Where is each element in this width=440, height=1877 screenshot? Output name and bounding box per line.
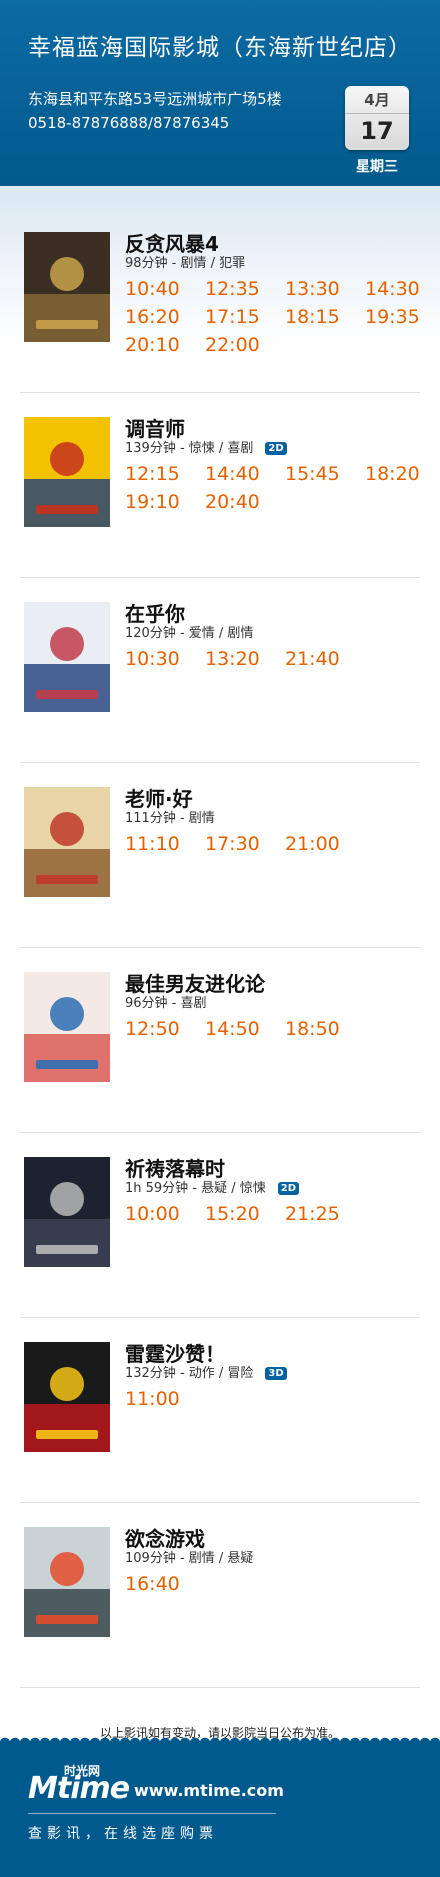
movie-meta: 132分钟 - 动作 / 冒险 3D	[125, 1362, 287, 1381]
date-day: 17	[360, 117, 394, 145]
movie-meta: 109分钟 - 剧情 / 悬疑	[125, 1547, 253, 1566]
showtime[interactable]: 13:30	[285, 278, 340, 300]
movie-divider	[20, 947, 420, 948]
movie-meta-text: 132分钟 - 动作 / 冒险	[125, 1366, 254, 1381]
movie-meta-text: 96分钟 - 喜剧	[125, 996, 207, 1011]
showtime[interactable]: 21:00	[285, 833, 340, 855]
showtime[interactable]: 14:30	[365, 278, 420, 300]
movie-poster[interactable]	[24, 602, 110, 712]
showtime[interactable]: 16:20	[125, 306, 180, 328]
movie-divider	[20, 1317, 420, 1318]
movie-item[interactable]: 老师·好 111分钟 - 剧情 11:10 17:30 21:00	[0, 787, 440, 972]
format-badge: 2D	[265, 442, 287, 455]
movie-item[interactable]: 最佳男友进化论 96分钟 - 喜剧 12:50 14:50 18:50	[0, 972, 440, 1157]
movie-poster[interactable]	[24, 787, 110, 897]
movie-meta-text: 139分钟 - 惊悚 / 喜剧	[125, 441, 254, 456]
movie-meta: 139分钟 - 惊悚 / 喜剧 2D	[125, 437, 287, 456]
showtime[interactable]: 16:40	[125, 1573, 180, 1595]
movie-poster[interactable]	[24, 1342, 110, 1452]
header: 幸福蓝海国际影城（东海新世纪店） 东海县和平东路53号远洲城市广场5楼 0518…	[0, 0, 440, 194]
showtime[interactable]: 15:20	[205, 1203, 260, 1225]
footer-slogan: 查影讯，在线选座购票	[28, 1826, 218, 1842]
format-badge: 3D	[265, 1367, 287, 1380]
movie-meta: 120分钟 - 爱情 / 剧情	[125, 622, 253, 641]
showtime[interactable]: 19:35	[365, 306, 420, 328]
showtime[interactable]: 10:00	[125, 1203, 180, 1225]
movie-meta: 1h 59分钟 - 悬疑 / 惊悚 2D	[125, 1177, 300, 1196]
showtime[interactable]: 13:20	[205, 648, 260, 670]
showtime[interactable]: 18:50	[285, 1018, 340, 1040]
movie-poster[interactable]	[24, 972, 110, 1082]
movie-meta-text: 109分钟 - 剧情 / 悬疑	[125, 1551, 254, 1566]
movie-poster[interactable]	[24, 417, 110, 527]
showtime[interactable]: 12:15	[125, 463, 180, 485]
format-badge: 2D	[277, 1182, 300, 1195]
showtime[interactable]: 11:00	[125, 1388, 180, 1410]
date-month: 4月	[345, 86, 409, 114]
footer-divider	[28, 1813, 276, 1814]
mtime-logo[interactable]: Mtime	[28, 1771, 130, 1806]
movie-poster[interactable]	[24, 1157, 110, 1267]
showtime[interactable]: 19:10	[125, 491, 180, 513]
movie-item[interactable]: 欲念游戏 109分钟 - 剧情 / 悬疑 16:40	[0, 1527, 440, 1712]
movie-meta-text: 98分钟 - 剧情 / 犯罪	[125, 256, 246, 271]
showtime[interactable]: 18:20	[365, 463, 420, 485]
showtime[interactable]: 12:35	[205, 278, 260, 300]
movie-meta: 111分钟 - 剧情	[125, 807, 215, 826]
movie-divider	[20, 392, 420, 393]
movie-divider	[20, 577, 420, 578]
showtime[interactable]: 10:30	[125, 648, 180, 670]
footer-scallop-edge	[0, 1733, 440, 1743]
movie-divider	[20, 762, 420, 763]
showtime[interactable]: 15:45	[285, 463, 340, 485]
movie-item[interactable]: 调音师 139分钟 - 惊悚 / 喜剧 2D 12:15 14:40 15:45 18:20…	[0, 417, 440, 602]
date-badge: 4月 17	[345, 86, 409, 150]
showtime[interactable]: 11:10	[125, 833, 180, 855]
movie-poster[interactable]	[24, 1527, 110, 1637]
cinema-address: 东海县和平东路53号远洲城市广场5楼	[28, 90, 282, 108]
cinema-name: 幸福蓝海国际影城（东海新世纪店）	[28, 35, 412, 61]
movie-meta: 96分钟 - 喜剧	[125, 992, 207, 1011]
movie-meta-text: 111分钟 - 剧情	[125, 811, 215, 826]
showtime[interactable]: 17:30	[205, 833, 260, 855]
movie-divider	[20, 1687, 420, 1688]
showtime[interactable]: 10:40	[125, 278, 180, 300]
movie-item[interactable]: 反贪风暴4 98分钟 - 剧情 / 犯罪 10:40 12:35 13:30 14:30 1…	[0, 232, 440, 417]
movie-item[interactable]: 在乎你 120分钟 - 爱情 / 剧情 10:30 13:20 21:40	[0, 602, 440, 787]
showtime[interactable]: 18:15	[285, 306, 340, 328]
showtime[interactable]: 14:40	[205, 463, 260, 485]
movie-divider	[20, 1502, 420, 1503]
movie-item[interactable]: 祈祷落幕时 1h 59分钟 - 悬疑 / 惊悚 2D 10:00 15:20 21:25	[0, 1157, 440, 1342]
showtime[interactable]: 20:10	[125, 334, 180, 356]
movie-list: 以上影讯如有变动，请以影院当日公布为准。 反贪风暴498分钟 - 剧情 / 犯罪…	[0, 186, 440, 1741]
showtime[interactable]: 14:50	[205, 1018, 260, 1040]
cinema-phone: 0518-87876888/87876345	[28, 114, 230, 132]
showtime[interactable]: 20:40	[205, 491, 260, 513]
showtime[interactable]: 12:50	[125, 1018, 180, 1040]
showtime[interactable]: 17:15	[205, 306, 260, 328]
movie-meta-text: 120分钟 - 爱情 / 剧情	[125, 626, 254, 641]
date-weekday: 星期三	[356, 159, 398, 175]
movie-poster[interactable]	[24, 232, 110, 342]
showtime[interactable]: 22:00	[205, 334, 260, 356]
showtime[interactable]: 21:40	[285, 648, 340, 670]
movie-meta: 98分钟 - 剧情 / 犯罪	[125, 252, 245, 271]
movie-divider	[20, 1132, 420, 1133]
mtime-site-link[interactable]: www.mtime.com	[134, 1781, 284, 1800]
showtime[interactable]: 21:25	[285, 1203, 340, 1225]
footer: 时光网 Mtime www.mtime.com 查影讯，在线选座购票	[0, 1733, 440, 1877]
movie-meta-text: 1h 59分钟 - 悬疑 / 惊悚	[125, 1181, 266, 1196]
movie-item[interactable]: 雷霆沙赞！ 132分钟 - 动作 / 冒险 3D 11:00	[0, 1342, 440, 1527]
